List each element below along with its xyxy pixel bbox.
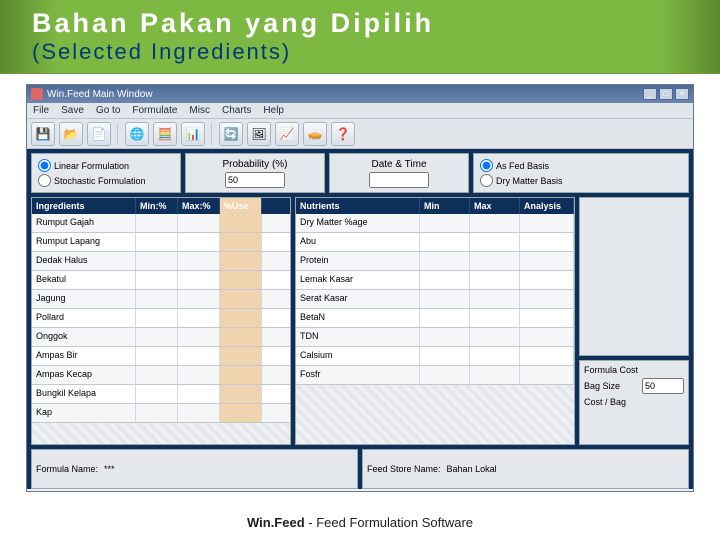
probability-input[interactable]	[225, 172, 285, 188]
slide-title: Bahan Pakan yang Dipilih	[0, 0, 720, 39]
bag-size-label: Bag Size	[584, 381, 620, 391]
refresh-icon[interactable]: 🔄	[219, 122, 243, 146]
cost-panel: Formula Cost Bag Size Cost / Bag	[579, 360, 689, 445]
maximize-button[interactable]: □	[659, 88, 673, 100]
table-row[interactable]: Onggok	[32, 328, 290, 347]
dry-radio[interactable]: Dry Matter Basis	[480, 174, 682, 187]
table-row[interactable]: Dedak Halus	[32, 252, 290, 271]
nut-head-min: Min	[420, 198, 470, 214]
stochastic-radio[interactable]: Stochastic Formulation	[38, 174, 174, 187]
bag-size-input[interactable]	[642, 378, 684, 394]
probability-panel: Probability (%)	[185, 153, 325, 193]
nut-head-analysis: Analysis	[520, 198, 574, 214]
table-row[interactable]: Protein	[296, 252, 574, 271]
toolbar-sep	[211, 123, 213, 145]
table-row[interactable]: Bekatul	[32, 271, 290, 290]
table-row[interactable]: Kap	[32, 404, 290, 423]
open-icon[interactable]: 📂	[59, 122, 83, 146]
table-row[interactable]: Ampas Bir	[32, 347, 290, 366]
nut-head-max: Max	[470, 198, 520, 214]
table-row[interactable]: TDN	[296, 328, 574, 347]
table-row[interactable]: Jagung	[32, 290, 290, 309]
chart-icon[interactable]: 📈	[275, 122, 299, 146]
ing-head-use: %Use	[220, 198, 262, 214]
table-row[interactable]: Abu	[296, 233, 574, 252]
asfed-radio[interactable]: As Fed Basis	[480, 159, 682, 172]
datetime-panel: Date & Time	[329, 153, 469, 193]
ingredients-grid[interactable]: Ingredients Min:% Max:% %Use Rumput Gaja…	[31, 197, 291, 445]
formula-cost-label: Formula Cost	[584, 365, 638, 375]
pie-icon[interactable]: 🥧	[303, 122, 327, 146]
nut-head-name: Nutrients	[296, 198, 420, 214]
image-icon[interactable]: 🖼	[247, 122, 271, 146]
menu-help[interactable]: Help	[263, 105, 284, 116]
app-window: Win.Feed Main Window _ □ × File Save Go …	[26, 84, 694, 492]
app-icon	[31, 88, 43, 100]
menu-misc[interactable]: Misc	[189, 105, 210, 116]
cost-bag-label: Cost / Bag	[584, 397, 626, 407]
table-row[interactable]: Rumput Lapang	[32, 233, 290, 252]
feedstore-panel: Feed Store Name: Bahan Lokal	[362, 449, 689, 489]
right-panels: Formula Cost Bag Size Cost / Bag	[579, 197, 689, 445]
window-title: Win.Feed Main Window	[47, 89, 153, 100]
toolbar: 💾 📂 📄 🌐 🧮 📊 🔄 🖼 📈 🥧 ❓	[27, 119, 693, 149]
toolbar-sep	[117, 123, 119, 145]
doc-icon[interactable]: 📄	[87, 122, 111, 146]
menu-file[interactable]: File	[33, 105, 49, 116]
table-row[interactable]: Serat Kasar	[296, 290, 574, 309]
datetime-label: Date & Time	[371, 159, 426, 170]
ing-head-max: Max:%	[178, 198, 220, 214]
calc-icon[interactable]: 🧮	[153, 122, 177, 146]
right-spacer1	[579, 197, 689, 356]
globe-icon[interactable]: 🌐	[125, 122, 149, 146]
datetime-input[interactable]	[369, 172, 429, 188]
table-row[interactable]: Calsium	[296, 347, 574, 366]
slide-footer: Win.Feed - Feed Formulation Software	[0, 504, 720, 540]
slide-title-band: Bahan Pakan yang Dipilih (Selected Ingre…	[0, 0, 720, 74]
ing-head-min: Min:%	[136, 198, 178, 214]
table-row[interactable]: Fosfr	[296, 366, 574, 385]
nutrients-grid[interactable]: Nutrients Min Max Analysis Dry Matter %a…	[295, 197, 575, 445]
menu-formulate[interactable]: Formulate	[132, 105, 177, 116]
slide-subtitle: (Selected Ingredients)	[0, 39, 720, 65]
menu-goto[interactable]: Go to	[96, 105, 120, 116]
basis-panel: As Fed Basis Dry Matter Basis	[473, 153, 689, 193]
grid-icon[interactable]: 📊	[181, 122, 205, 146]
linear-radio[interactable]: Linear Formulation	[38, 159, 174, 172]
feedstore-label: Feed Store Name:	[367, 464, 441, 474]
close-button[interactable]: ×	[675, 88, 689, 100]
help-icon[interactable]: ❓	[331, 122, 355, 146]
footer-rest: - Feed Formulation Software	[305, 515, 473, 530]
table-row[interactable]: Bungkil Kelapa	[32, 385, 290, 404]
titlebar: Win.Feed Main Window _ □ ×	[27, 85, 693, 103]
feedstore-value: Bahan Lokal	[447, 464, 497, 474]
table-row[interactable]: Rumput Gajah	[32, 214, 290, 233]
table-row[interactable]: Ampas Kecap	[32, 366, 290, 385]
table-row[interactable]: Dry Matter %age	[296, 214, 574, 233]
table-row[interactable]: BetaN	[296, 309, 574, 328]
formula-name-value: ***	[104, 464, 115, 474]
menubar: File Save Go to Formulate Misc Charts He…	[27, 103, 693, 119]
menu-charts[interactable]: Charts	[222, 105, 251, 116]
ing-head-name: Ingredients	[32, 198, 136, 214]
formula-name-panel: Formula Name: ***	[31, 449, 358, 489]
probability-label: Probability (%)	[222, 159, 287, 170]
app-body: Linear Formulation Stochastic Formulatio…	[27, 149, 693, 489]
table-row[interactable]: Pollard	[32, 309, 290, 328]
formulation-panel: Linear Formulation Stochastic Formulatio…	[31, 153, 181, 193]
formula-name-label: Formula Name:	[36, 464, 98, 474]
menu-save[interactable]: Save	[61, 105, 84, 116]
save-icon[interactable]: 💾	[31, 122, 55, 146]
minimize-button[interactable]: _	[643, 88, 657, 100]
footer-bold: Win.Feed	[247, 515, 305, 530]
table-row[interactable]: Lemak Kasar	[296, 271, 574, 290]
